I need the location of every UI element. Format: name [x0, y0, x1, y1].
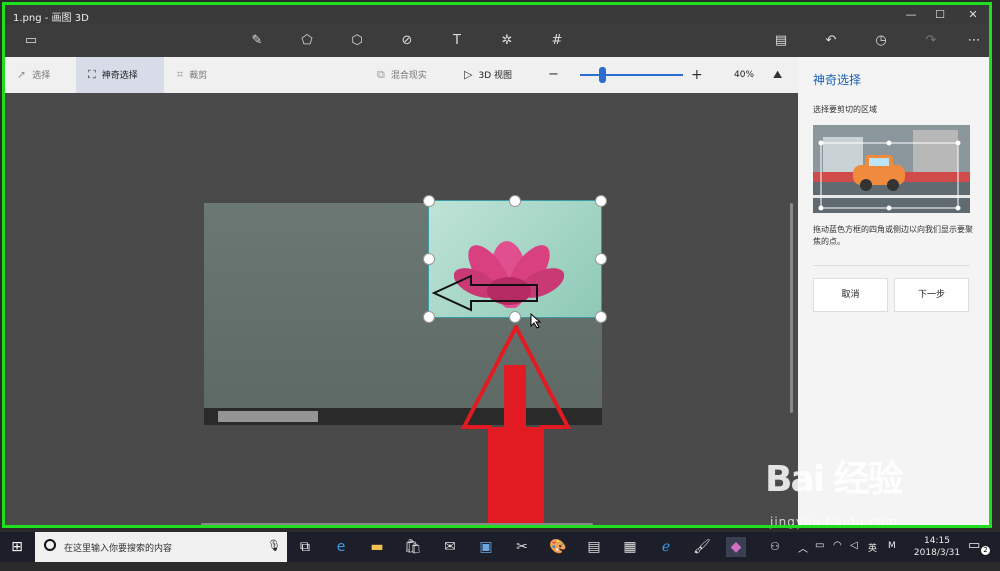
- ime-language[interactable]: 英: [868, 541, 877, 571]
- text-icon[interactable]: T: [448, 32, 466, 50]
- store-icon[interactable]: 🛍: [403, 537, 423, 557]
- up-arrow-annotation: [460, 325, 572, 525]
- image-view-icon[interactable]: ⛰: [773, 57, 782, 93]
- main-toolbar: ▭ ✎ ⬠ ⬡ ⊘ T ✲ # ▤ ↶ ◷ ↷ ⋯: [5, 25, 990, 57]
- more-icon[interactable]: ⋯: [965, 32, 983, 50]
- calculator-icon[interactable]: ▦: [620, 537, 640, 557]
- canvas-area[interactable]: [5, 93, 798, 528]
- history-icon[interactable]: ◷: [872, 32, 890, 50]
- windows-start-icon[interactable]: ⊞: [7, 537, 27, 557]
- crop-icon: ⌗: [177, 68, 184, 81]
- volume-icon[interactable]: ◁: [850, 540, 858, 570]
- network-icon[interactable]: ▭: [815, 540, 824, 570]
- horizontal-scrollbar[interactable]: [201, 523, 593, 526]
- panel-title: 神奇选择: [813, 73, 862, 87]
- select-subtoolbar: ➚ 选择 ⛶ 神奇选择 ⌗ 裁剪 ⧉ 混合现实 ▷ 3D 视图 − + 40% ⛰: [5, 57, 798, 93]
- brush-icon[interactable]: ✎: [248, 32, 266, 50]
- paint3d-window: 1.png - 画图 3D — ☐ ✕ ▭ ✎ ⬠ ⬡ ⊘ T ✲ # ▤ ↶ …: [0, 0, 1000, 562]
- maximize-button[interactable]: ☐: [930, 7, 950, 23]
- clock-date: 2018/3/31: [913, 548, 961, 558]
- cortana-icon[interactable]: [44, 539, 56, 551]
- car-illustration: [813, 125, 970, 213]
- canvas-icon[interactable]: #: [548, 32, 566, 50]
- search-placeholder: 在这里输入你要搜索的内容: [64, 544, 173, 554]
- redo-icon[interactable]: ↷: [922, 32, 940, 50]
- microphone-icon[interactable]: 🎙: [267, 539, 281, 552]
- taskbar-search-box[interactable]: 在这里输入你要搜索的内容 🎙: [35, 532, 287, 562]
- paste-icon[interactable]: ▤: [772, 32, 790, 50]
- tray-chevron-icon[interactable]: ︿: [798, 540, 808, 570]
- baidu-watermark-logo: Bai 经验: [765, 459, 904, 500]
- next-button[interactable]: 下一步: [894, 278, 969, 312]
- handle-bottom[interactable]: [509, 311, 521, 323]
- cursor-icon: ➚: [17, 68, 27, 81]
- crop-label: 裁剪: [189, 71, 208, 81]
- handle-top[interactable]: [509, 195, 521, 207]
- ie-icon[interactable]: ℯ: [656, 537, 676, 557]
- select-tool[interactable]: ➚ 选择: [17, 57, 50, 93]
- select-label: 选择: [32, 71, 51, 81]
- magic-select-box[interactable]: [428, 200, 602, 318]
- windows-taskbar: ⊞ 在这里输入你要搜索的内容 🎙 ⧉ e ▬ 🛍 ✉ ▣ ✂ 🎨 ▤ ▦ ℯ 🖌…: [0, 532, 1000, 562]
- zoom-value: 40%: [734, 70, 755, 80]
- stickers-icon[interactable]: ⊘: [398, 32, 416, 50]
- paint-icon[interactable]: 🎨: [548, 537, 568, 557]
- handle-top-left[interactable]: [423, 195, 435, 207]
- magic-select-icon: ⛶: [88, 68, 96, 81]
- panel-subtitle: 选择要剪切的区域: [813, 105, 877, 114]
- handle-left[interactable]: [423, 253, 435, 265]
- example-thumbnail: [813, 125, 970, 213]
- edge-icon[interactable]: e: [331, 537, 351, 557]
- clock-time: 14:15: [924, 536, 950, 546]
- view3d-icon: ▷: [464, 68, 473, 81]
- mixed-reality-button[interactable]: ⧉ 混合现实: [377, 57, 427, 93]
- mail-icon[interactable]: ✉: [440, 537, 460, 557]
- notepad-icon[interactable]: ▤: [584, 537, 604, 557]
- crop-tool[interactable]: ⌗ 裁剪: [177, 57, 207, 93]
- panel-divider: [813, 265, 970, 266]
- people-icon[interactable]: ⚇: [770, 540, 780, 570]
- folder-icon[interactable]: ▭: [22, 32, 40, 50]
- handle-bottom-right[interactable]: [595, 311, 607, 323]
- paint-classic-icon[interactable]: 🖌: [692, 537, 712, 557]
- handle-bottom-left[interactable]: [423, 311, 435, 323]
- title-bar: 1.png - 画图 3D — ☐ ✕: [5, 5, 990, 25]
- mixed-reality-label: 混合现实: [390, 71, 427, 81]
- desktop-search-preview: [218, 411, 318, 422]
- mixed-reality-icon: ⧉: [377, 68, 385, 81]
- system-clock[interactable]: 14:15 2018/3/31: [912, 535, 962, 559]
- view3d-label: 3D 视图: [478, 71, 512, 81]
- 3d-shapes-icon[interactable]: ⬡: [348, 32, 366, 50]
- snipping-tool-icon[interactable]: ✂: [512, 537, 532, 557]
- baidu-watermark-url: jingyan.baidu.com: [770, 515, 898, 529]
- zoom-slider-track[interactable]: [580, 74, 683, 76]
- ime-mode[interactable]: M: [888, 541, 896, 571]
- window-title: 1.png - 画图 3D: [13, 13, 89, 24]
- magic-select-tool[interactable]: ⛶ 神奇选择: [76, 57, 164, 93]
- task-view-icon[interactable]: ⧉: [295, 537, 315, 557]
- paint3d-taskbar-icon[interactable]: ◆: [726, 537, 746, 557]
- 2d-shapes-icon[interactable]: ⬠: [298, 32, 316, 50]
- notification-badge: 2: [981, 546, 990, 555]
- view3d-button[interactable]: ▷ 3D 视图: [464, 57, 512, 93]
- zoom-slider-thumb[interactable]: [599, 67, 607, 83]
- panel-description: 拖动蓝色方框的四角或侧边以向我们显示要聚焦的点。: [813, 225, 973, 246]
- left-arrow-annotation: [431, 274, 538, 312]
- minimize-button[interactable]: —: [901, 7, 921, 23]
- undo-icon[interactable]: ↶: [822, 32, 840, 50]
- effects-icon[interactable]: ✲: [498, 32, 516, 50]
- remote-desktop-icon[interactable]: ▣: [476, 537, 496, 557]
- close-button[interactable]: ✕: [963, 7, 983, 23]
- magic-select-label: 神奇选择: [101, 71, 138, 81]
- file-explorer-icon[interactable]: ▬: [367, 537, 387, 557]
- vertical-scrollbar[interactable]: [790, 203, 793, 413]
- zoom-in-button[interactable]: +: [691, 57, 703, 93]
- wifi-icon[interactable]: ◠: [833, 540, 842, 570]
- zoom-out-button[interactable]: −: [548, 57, 559, 93]
- handle-top-right[interactable]: [595, 195, 607, 207]
- handle-right[interactable]: [595, 253, 607, 265]
- cancel-button[interactable]: 取消: [813, 278, 888, 312]
- action-center-icon[interactable]: ▭: [968, 538, 980, 568]
